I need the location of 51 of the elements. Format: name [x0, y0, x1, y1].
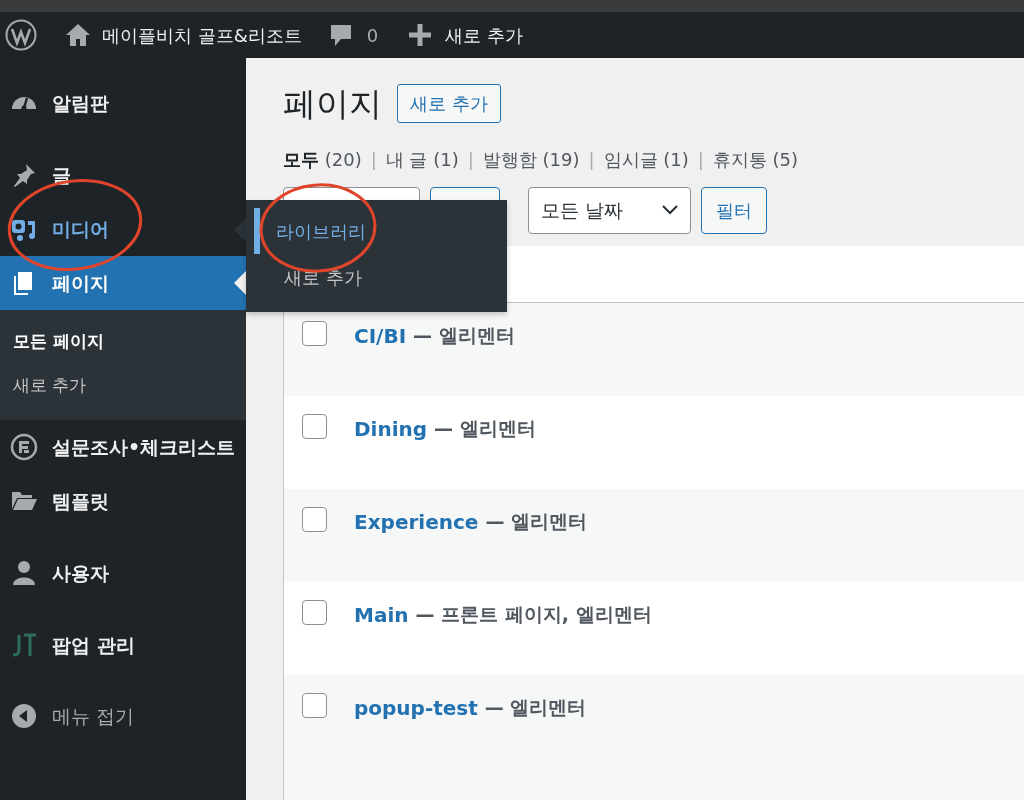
row-checkbox[interactable] [302, 692, 327, 718]
wordpress-logo-icon[interactable] [5, 19, 37, 51]
page-title: 페이지 [283, 84, 382, 124]
page-state-text: — 엘리멘터 [485, 509, 587, 535]
home-icon[interactable] [65, 23, 91, 47]
page-state-text: — 엘리멘터 [484, 695, 587, 721]
comment-icon[interactable] [328, 23, 353, 47]
sidebar-menu-item[interactable]: 설문조사•체크리스트 [0, 420, 246, 474]
row-checkbox[interactable] [302, 506, 327, 532]
plus-icon [408, 23, 433, 47]
view-separator: | [697, 147, 704, 172]
flyout-menu-item[interactable]: 새로 추가 [254, 254, 507, 300]
date-filter-select[interactable]: 모든 날짜 [528, 186, 691, 234]
submenu-item[interactable]: 새로 추가 [0, 364, 246, 408]
view-filter-link[interactable]: 내 글 (1) [385, 145, 459, 173]
collapse-menu-button[interactable]: 메뉴 접기 [0, 689, 246, 743]
flyout-menu-item[interactable]: 라이브러리 [254, 208, 507, 254]
page-state-text: — 엘리멘터 [413, 323, 515, 349]
view-filter-link[interactable]: 임시글 (1) [603, 145, 689, 173]
page-title-link[interactable]: popup-test [354, 692, 478, 723]
new-content-link[interactable]: 새로 추가 [445, 21, 523, 49]
page-title-link[interactable]: Experience [354, 506, 479, 537]
chevron-down-icon [662, 205, 678, 216]
sidebar-menu-item[interactable]: 사용자 [0, 546, 246, 600]
view-filter-link[interactable]: 모두 (20) [283, 145, 362, 173]
form-icon [10, 433, 38, 461]
view-separator: | [370, 147, 377, 172]
sidebar-menu-item[interactable]: 팝업 관리 [0, 618, 246, 672]
add-new-button[interactable]: 새로 추가 [397, 84, 501, 124]
sidebar-menu-item[interactable]: 템플릿 [0, 474, 246, 528]
view-filter-link[interactable]: 휴지통 (5) [712, 145, 799, 173]
sidebar-menu-item[interactable]: 미디어 [0, 202, 246, 256]
submenu-item[interactable]: 모든 페이지 [0, 320, 246, 364]
view-separator: | [467, 147, 474, 172]
comment-count: 0 [366, 23, 379, 48]
filter-button[interactable]: 필터 [701, 186, 767, 234]
page-title-link[interactable]: CI/BI [354, 320, 407, 351]
view-separator: | [588, 147, 595, 172]
user-icon [10, 559, 38, 587]
view-filter-link[interactable]: 발행함 (19) [482, 145, 580, 173]
page-title-link[interactable]: Main [354, 599, 409, 630]
row-checkbox[interactable] [302, 599, 327, 625]
page-title-link[interactable]: Dining [354, 413, 428, 444]
site-name-link[interactable]: 메이플비치 골프&리조트 [102, 21, 302, 49]
sidebar-menu-item[interactable]: 페이지 [0, 256, 246, 310]
page-state-text: — 프론트 페이지, 엘리멘터 [415, 602, 652, 628]
row-checkbox[interactable] [302, 320, 327, 346]
page-state-text: — 엘리멘터 [434, 416, 536, 442]
row-checkbox[interactable] [302, 413, 327, 439]
sidebar-menu-item[interactable]: 알림판 [0, 76, 246, 130]
jt-logo-icon [10, 631, 38, 659]
